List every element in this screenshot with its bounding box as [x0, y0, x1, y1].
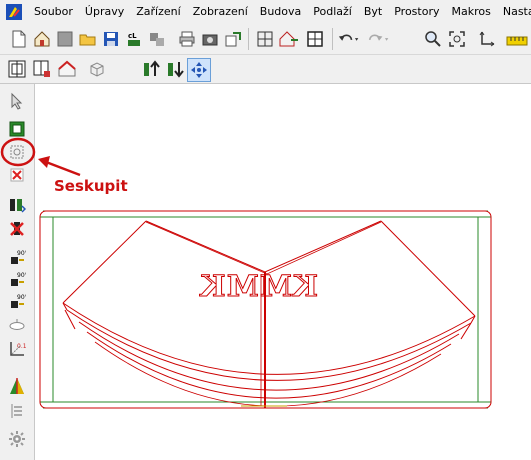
callout-overlay	[0, 137, 81, 177]
floor-down-icon[interactable]	[164, 58, 186, 80]
callout-label: Seskupit	[54, 177, 128, 195]
zoom-fit-icon[interactable]	[446, 28, 468, 50]
ellipse-icon[interactable]	[6, 314, 28, 336]
window-grid-icon[interactable]	[304, 28, 326, 50]
menu-byt[interactable]: Byt	[358, 0, 388, 24]
axis-measure-icon[interactable]: 0.1	[6, 338, 28, 360]
copy-blocks-icon[interactable]	[146, 28, 168, 50]
svg-text:90°: 90°	[17, 250, 26, 257]
room-grid-icon[interactable]	[254, 28, 276, 50]
svg-text:90°: 90°	[17, 272, 26, 279]
list-icon[interactable]	[6, 400, 28, 422]
rotate-90-icon[interactable]: 90°	[6, 246, 28, 268]
rotate-90-c-icon[interactable]: 90°	[6, 290, 28, 312]
pyramid-icon[interactable]	[6, 375, 28, 397]
house-walls-icon[interactable]	[278, 28, 300, 50]
menu-podlazi[interactable]: Podlaží	[307, 0, 358, 24]
rotate-90-b-icon[interactable]: 90°	[6, 268, 28, 290]
callout-arrow	[45, 160, 81, 177]
menu-makros[interactable]: Makros	[446, 0, 497, 24]
highlight-circle	[0, 137, 36, 167]
camera-icon[interactable]	[199, 28, 221, 50]
ruler-icon[interactable]	[506, 28, 528, 50]
gear-icon[interactable]	[6, 428, 28, 450]
redo-icon[interactable]	[368, 28, 390, 50]
print-icon[interactable]	[176, 28, 198, 50]
move-arrows-icon[interactable]	[187, 58, 211, 82]
drawing-label: KMMK	[199, 269, 318, 303]
delete-person-icon[interactable]	[6, 217, 28, 239]
menu-zobrazeni[interactable]: Zobrazení	[187, 0, 254, 24]
menu-prostory[interactable]: Prostory	[388, 0, 445, 24]
floor-up-icon[interactable]	[140, 58, 162, 80]
fan-shape	[62, 220, 476, 408]
undo-icon[interactable]	[338, 28, 360, 50]
zoom-icon[interactable]	[422, 28, 444, 50]
export-icon[interactable]	[222, 28, 244, 50]
svg-text:0.1: 0.1	[17, 343, 26, 350]
svg-text:90°: 90°	[17, 294, 26, 301]
axes-icon[interactable]	[476, 28, 498, 50]
menu-nastaveni[interactable]: Nasta	[497, 0, 531, 24]
menu-budova[interactable]: Budova	[254, 0, 307, 24]
